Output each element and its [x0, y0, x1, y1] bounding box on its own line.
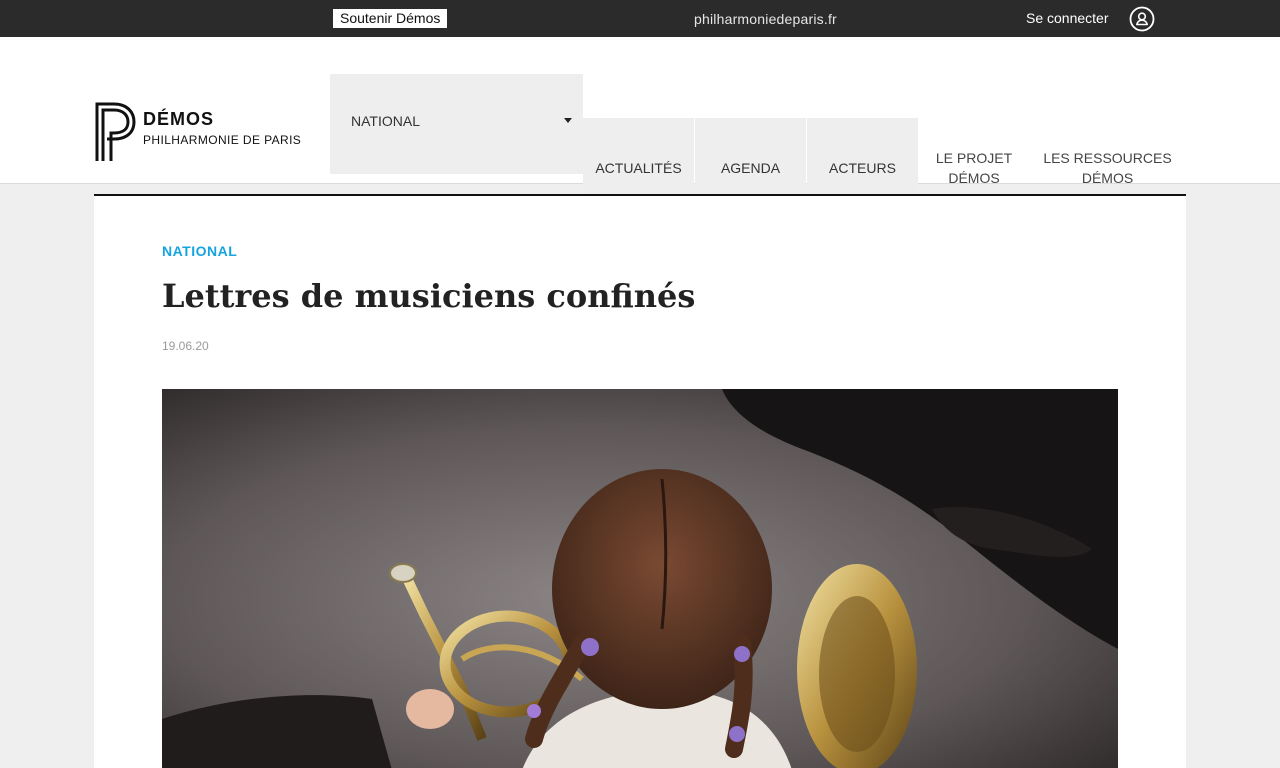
caret-down-icon	[564, 118, 572, 123]
article-date: 19.06.20	[162, 339, 209, 353]
nav-ressources-line2: DÉMOS	[1081, 170, 1134, 186]
site-header: DÉMOS PHILHARMONIE DE PARIS NATIONAL ACT…	[0, 37, 1280, 218]
user-icon[interactable]	[1129, 6, 1155, 32]
top-bar: Soutenir Démos philharmoniedeparis.fr Se…	[0, 0, 1280, 37]
philharmonie-site-link[interactable]: philharmoniedeparis.fr	[694, 10, 837, 28]
article-photo	[162, 389, 1118, 768]
article-title: Lettres de musiciens confinés	[162, 277, 696, 315]
support-demos-button[interactable]: Soutenir Démos	[333, 9, 448, 28]
nav-national-label: NATIONAL	[351, 113, 420, 129]
philharmonie-p-icon	[95, 102, 136, 161]
nav-national-dropdown[interactable]: NATIONAL	[330, 74, 583, 174]
girl-with-french-horn-image	[162, 389, 1118, 768]
nav-ressources-line1: LES RESSOURCES	[1043, 150, 1172, 166]
logo-title: DÉMOS	[143, 109, 215, 129]
demos-logo[interactable]: DÉMOS PHILHARMONIE DE PARIS	[94, 101, 301, 163]
logo-subtitle: PHILHARMONIE DE PARIS	[143, 133, 302, 147]
login-link[interactable]: Se connecter	[1026, 9, 1109, 27]
article-card: NATIONAL Lettres de musiciens confinés 1…	[94, 194, 1186, 768]
nav-le-projet-line1: LE PROJET	[935, 150, 1013, 166]
nav-le-projet-line2: DÉMOS	[948, 170, 1000, 186]
article-category[interactable]: NATIONAL	[162, 243, 237, 259]
